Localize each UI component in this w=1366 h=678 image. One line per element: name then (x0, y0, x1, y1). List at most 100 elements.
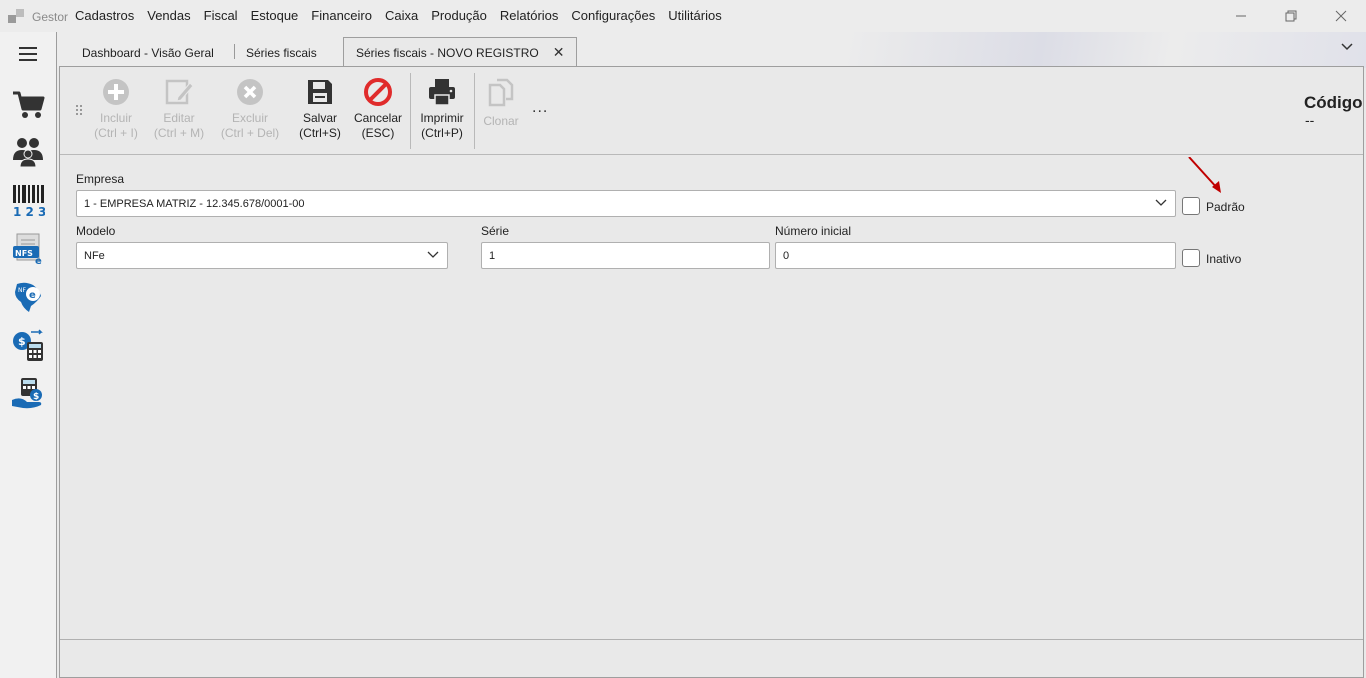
main-panel: Incluir (Ctrl + I) Editar (Ctrl + M) Exc… (59, 66, 1364, 678)
imprimir-label: Imprimir (420, 111, 464, 125)
modelo-select[interactable]: NFe (76, 242, 448, 269)
excluir-button[interactable]: Excluir (Ctrl + Del) (218, 77, 282, 141)
svg-text:1 2 3: 1 2 3 (13, 205, 45, 218)
codigo-label: Código (1304, 93, 1363, 112)
svg-text:$: $ (33, 392, 39, 402)
app-name: Gestor (32, 10, 69, 24)
tab-bar: Dashboard - Visão Geral Séries fiscais S… (57, 32, 1366, 68)
cancelar-button[interactable]: Cancelar (ESC) (352, 77, 404, 141)
svg-text:NF: NF (18, 287, 26, 294)
clonar-label: Clonar (483, 114, 519, 128)
more-options-button[interactable]: ... (532, 99, 548, 117)
modelo-value: NFe (84, 249, 105, 262)
cancelar-shortcut: (ESC) (361, 126, 395, 140)
imprimir-shortcut: (Ctrl+P) (421, 126, 463, 140)
imprimir-button[interactable]: Imprimir (Ctrl+P) (416, 77, 468, 141)
salvar-shortcut: (Ctrl+S) (299, 126, 341, 140)
svg-text:NFS: NFS (15, 249, 33, 258)
chevron-down-icon (427, 251, 439, 258)
numero-inicial-label: Número inicial (775, 224, 852, 238)
minimize-button[interactable] (1231, 6, 1251, 26)
empresa-select[interactable]: 1 - EMPRESA MATRIZ - 12.345.678/0001-00 (76, 190, 1176, 217)
chevron-down-icon (1155, 199, 1167, 206)
restore-button[interactable] (1281, 6, 1301, 26)
editar-label: Editar (163, 111, 195, 125)
plus-circle-icon (103, 79, 129, 105)
clone-copy-icon (488, 78, 514, 107)
toolbar: Incluir (Ctrl + I) Editar (Ctrl + M) Exc… (60, 67, 1363, 155)
menu-relatorios[interactable]: Relatórios (500, 8, 559, 23)
save-disk-icon (308, 80, 332, 104)
incluir-label: Incluir (99, 111, 132, 125)
menu-caixa[interactable]: Caixa (385, 8, 418, 23)
inativo-checkbox[interactable] (1182, 249, 1200, 267)
restore-icon (1285, 10, 1297, 22)
salvar-button[interactable]: Salvar (Ctrl+S) (296, 77, 344, 141)
clonar-button[interactable]: Clonar (480, 77, 522, 129)
minimize-icon (1236, 15, 1246, 17)
menu-configuracoes[interactable]: Configurações (571, 8, 655, 23)
empresa-label: Empresa (76, 172, 125, 186)
empresa-value: 1 - EMPRESA MATRIZ - 12.345.678/0001-00 (84, 197, 305, 210)
tab-series-fiscais[interactable]: Séries fiscais (246, 39, 317, 66)
close-icon (1335, 10, 1347, 22)
annotation-arrow-icon (1188, 157, 1221, 193)
excluir-shortcut: (Ctrl + Del) (220, 126, 280, 140)
finance-calculator-icon[interactable]: $ (11, 328, 45, 362)
menu-estoque[interactable]: Estoque (251, 8, 299, 23)
close-window-button[interactable] (1331, 6, 1351, 26)
drag-handle-icon[interactable] (76, 105, 82, 117)
footer-divider (60, 639, 1363, 640)
tab-label: Séries fiscais (246, 45, 317, 60)
delete-circle-icon (237, 79, 263, 105)
toolbar-separator (474, 73, 475, 149)
tab-dashboard[interactable]: Dashboard - Visão Geral (82, 39, 214, 66)
toolbar-separator (410, 73, 411, 149)
svg-text:e: e (35, 256, 42, 266)
edit-icon (165, 79, 194, 105)
tab-novo-registro[interactable]: Séries fiscais - NOVO REGISTRO ✕ (343, 37, 578, 67)
tab-close-icon[interactable]: ✕ (553, 44, 565, 61)
shopping-cart-icon[interactable] (11, 87, 45, 121)
title-bar: Gestor Cadastros Vendas Fiscal Estoque F… (0, 0, 1366, 32)
nfse-icon[interactable]: NFS e (11, 232, 45, 266)
menu-fiscal[interactable]: Fiscal (204, 8, 238, 23)
padrao-checkbox[interactable] (1182, 197, 1200, 215)
side-rail: 1 2 3 NFS e e NF $ $ (0, 32, 57, 678)
printer-icon (429, 79, 455, 106)
serie-value: 1 (489, 249, 496, 262)
numero-inicial-value: 0 (783, 249, 790, 262)
tab-label: Dashboard - Visão Geral (82, 45, 214, 60)
users-icon[interactable] (11, 134, 45, 168)
menu-vendas[interactable]: Vendas (147, 8, 190, 23)
tab-label: Séries fiscais - NOVO REGISTRO (356, 45, 539, 60)
cancelar-label: Cancelar (353, 111, 403, 125)
excluir-label: Excluir (231, 111, 268, 125)
modelo-label: Modelo (76, 224, 116, 238)
serie-input[interactable]: 1 (481, 242, 770, 269)
editar-shortcut: (Ctrl + M) (153, 126, 205, 140)
barcode-icon[interactable]: 1 2 3 (11, 184, 45, 218)
menu-producao[interactable]: Produção (431, 8, 487, 23)
payment-hand-icon[interactable]: $ (11, 376, 45, 410)
incluir-button[interactable]: Incluir (Ctrl + I) (92, 77, 140, 141)
inativo-label: Inativo (1206, 252, 1242, 266)
menu-utilitarios[interactable]: Utilitários (668, 8, 721, 23)
app-logo-icon (8, 9, 24, 23)
serie-label: Série (481, 224, 510, 238)
codigo-value: -- (1305, 112, 1315, 128)
salvar-label: Salvar (302, 111, 337, 125)
nfe-icon[interactable]: e NF (11, 280, 45, 314)
menu-financeiro[interactable]: Financeiro (311, 8, 372, 23)
editar-button[interactable]: Editar (Ctrl + M) (151, 77, 207, 141)
svg-text:$: $ (18, 335, 26, 348)
cancel-prohibited-icon (364, 78, 392, 106)
padrao-label: Padrão (1206, 200, 1245, 214)
main-menu: Cadastros Vendas Fiscal Estoque Financei… (75, 8, 735, 23)
tab-separator (234, 44, 235, 59)
svg-text:e: e (29, 290, 36, 301)
hamburger-menu-icon[interactable] (19, 47, 37, 61)
numero-inicial-input[interactable]: 0 (775, 242, 1176, 269)
menu-cadastros[interactable]: Cadastros (75, 8, 134, 23)
chevron-down-icon[interactable] (1340, 42, 1354, 52)
